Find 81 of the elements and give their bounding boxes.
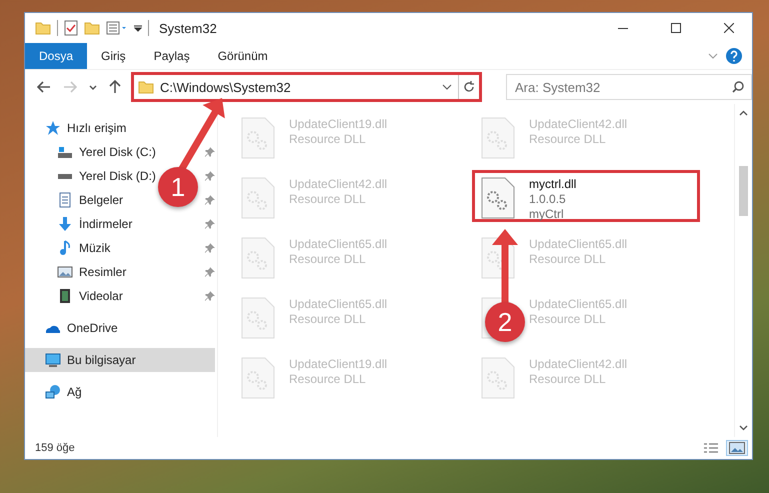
address-bar[interactable]: C:\Windows\System32 <box>131 72 482 102</box>
checkmark-document-icon[interactable] <box>64 20 78 36</box>
drive-icon <box>58 174 72 178</box>
sidebar-item[interactable]: Bu bilgisayar <box>25 348 215 372</box>
search-field[interactable]: Ara: System32 <box>506 74 752 100</box>
sidebar-item[interactable]: Hızlı erişim <box>25 116 132 140</box>
file-detail: Resource DLL <box>529 252 606 267</box>
file-name: UpdateClient65.dll <box>289 297 388 312</box>
file-name: UpdateClient65.dll <box>289 237 388 252</box>
network-icon <box>45 384 61 400</box>
music-note-icon <box>60 240 70 256</box>
file-name: UpdateClient19.dll <box>289 357 388 372</box>
pin-icon[interactable] <box>205 267 215 277</box>
file-detail: myCtrl <box>529 207 564 222</box>
picture-icon <box>729 442 745 454</box>
monitor-icon <box>45 352 61 368</box>
down-arrow-icon <box>59 217 71 231</box>
sidebar-item[interactable]: Ağ <box>25 380 88 404</box>
sidebar-item[interactable]: Resimler <box>25 260 132 284</box>
back-arrow-icon[interactable] <box>37 81 51 93</box>
close-icon <box>724 23 734 33</box>
caret-icon[interactable] <box>134 24 142 32</box>
up-arrow-icon[interactable] <box>109 80 121 94</box>
document-icon <box>59 192 71 208</box>
maximize-icon <box>670 23 680 33</box>
list-icon <box>703 442 719 454</box>
file-detail: Resource DLL <box>529 372 606 387</box>
pin-icon[interactable] <box>205 147 215 157</box>
help-icon <box>726 48 742 64</box>
pin-icon[interactable] <box>205 195 215 205</box>
scroll-up-icon[interactable] <box>739 110 748 116</box>
file-detail: Resource DLL <box>529 132 606 147</box>
large-icons-view-button[interactable] <box>726 440 748 456</box>
file-detail: 1.0.0.5 <box>529 192 566 207</box>
file-detail: Resource DLL <box>289 372 366 387</box>
file-name: UpdateClient65.dll <box>529 237 628 252</box>
file-detail: Resource DLL <box>289 312 366 327</box>
file-detail: Resource DLL <box>289 132 366 147</box>
file-tile[interactable]: myctrl.dll 1.0.0.5 myCtrl <box>472 170 700 222</box>
sidebar-item[interactable]: Belgeler <box>25 188 130 212</box>
file-name: UpdateClient42.dll <box>529 357 628 372</box>
pin-icon[interactable] <box>205 219 215 229</box>
folder-icon <box>138 80 154 94</box>
sidebar-item[interactable]: İndirmeler <box>25 212 138 236</box>
scroll-thumb[interactable] <box>739 166 748 216</box>
sidebar-item[interactable]: Yerel Disk (C:) <box>25 140 162 164</box>
properties-icon[interactable] <box>106 21 128 35</box>
pin-icon[interactable] <box>205 243 215 253</box>
file-name: UpdateClient65.dll <box>529 297 628 312</box>
star-icon <box>45 120 61 136</box>
file-name: UpdateClient42.dll <box>529 117 628 132</box>
file-name: UpdateClient19.dll <box>289 117 388 132</box>
file-detail: Resource DLL <box>529 312 606 327</box>
item-count: 159 öğe <box>35 442 76 454</box>
address-path: C:\Windows\System32 <box>160 80 292 94</box>
sidebar-item[interactable]: Müzik <box>25 236 116 260</box>
file-detail: Resource DLL <box>289 252 366 267</box>
sidebar-item[interactable]: OneDrive <box>25 316 124 340</box>
pin-icon[interactable] <box>205 291 215 301</box>
film-icon <box>60 289 70 303</box>
ribbon-tab[interactable]: Giriş <box>87 43 140 69</box>
refresh-icon <box>463 81 475 93</box>
pin-icon[interactable] <box>205 171 215 181</box>
sidebar-item[interactable]: Videolar <box>25 284 129 308</box>
drive-icon <box>57 146 73 158</box>
caret-icon[interactable] <box>442 84 452 90</box>
scroll-down-icon[interactable] <box>739 425 748 431</box>
cloud-icon <box>46 324 60 332</box>
ribbon-tab[interactable]: Görünüm <box>204 43 282 69</box>
caret-icon[interactable] <box>89 84 97 90</box>
ribbon-tab[interactable]: Dosya <box>25 43 88 69</box>
chevron-down-icon <box>708 53 718 59</box>
search-icon <box>732 81 744 93</box>
ribbon-tab[interactable]: Paylaş <box>140 43 204 69</box>
folder-icon <box>35 21 51 35</box>
window-title: System32 <box>159 20 218 36</box>
file-name: myctrl.dll <box>529 177 576 192</box>
folder-icon <box>84 21 100 35</box>
file-detail: Resource DLL <box>289 192 366 207</box>
file-name: UpdateClient42.dll <box>289 177 388 192</box>
picture-icon <box>57 266 73 278</box>
